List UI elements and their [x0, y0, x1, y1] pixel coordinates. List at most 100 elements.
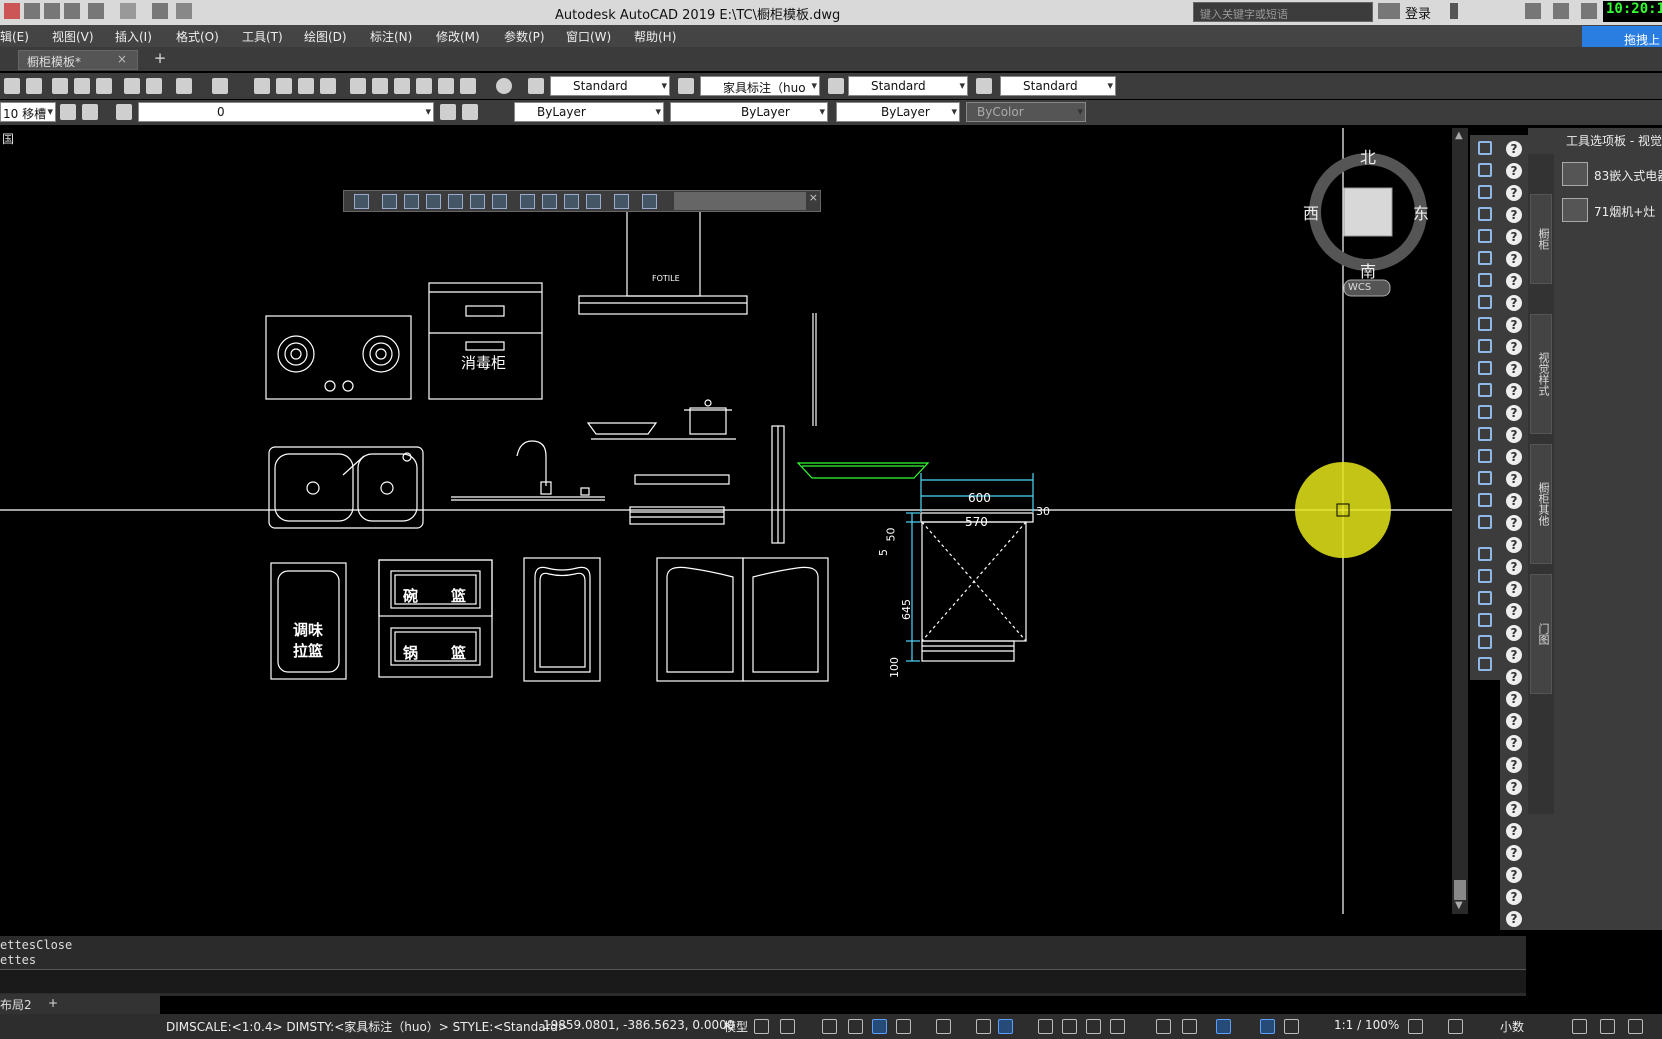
- menu-draw[interactable]: 绘图(D): [304, 28, 347, 45]
- dim-style-select[interactable]: 家具标注（huo ▾: [700, 76, 820, 96]
- left-view-icon[interactable]: [426, 194, 441, 209]
- help-icon[interactable]: ?: [1506, 207, 1522, 223]
- help-icon[interactable]: ?: [1506, 471, 1522, 487]
- break-icon[interactable]: [1478, 405, 1492, 419]
- grid-icon[interactable]: [754, 1019, 769, 1034]
- dynamic-input-icon[interactable]: [848, 1019, 863, 1034]
- text-style-icon[interactable]: [528, 78, 544, 94]
- isodraft-icon[interactable]: [936, 1019, 951, 1034]
- help-icon[interactable]: ?: [1506, 911, 1522, 927]
- palette-tab-door[interactable]: 门图: [1530, 574, 1552, 694]
- help-icon[interactable]: ?: [1506, 361, 1522, 377]
- nw-iso-icon[interactable]: [586, 194, 601, 209]
- lineweight-select[interactable]: ByLayer ▾: [836, 102, 960, 122]
- help-icon[interactable]: ?: [1506, 405, 1522, 421]
- stretch-icon[interactable]: [1478, 317, 1492, 331]
- dim-style-icon[interactable]: [678, 78, 694, 94]
- copy-icon[interactable]: [74, 78, 90, 94]
- units-select[interactable]: 小数: [1500, 1018, 1524, 1035]
- annotation-monitor-icon[interactable]: [1448, 1019, 1463, 1034]
- draw-order-above-icon[interactable]: [1478, 591, 1492, 605]
- login-dropdown-icon[interactable]: [1450, 3, 1458, 19]
- layer-manager-icon[interactable]: [116, 104, 132, 120]
- help-icon[interactable]: ?: [1506, 251, 1522, 267]
- draw-order-under-icon[interactable]: [1478, 613, 1492, 627]
- customize-quick-access-icon[interactable]: [176, 3, 192, 19]
- chamfer-icon[interactable]: [1478, 449, 1492, 463]
- undo-icon[interactable]: [88, 3, 104, 19]
- scroll-thumb[interactable]: [1454, 880, 1466, 900]
- help-icon[interactable]: ?: [1506, 845, 1522, 861]
- help-icon[interactable]: ?: [1506, 625, 1522, 641]
- break-at-point-icon[interactable]: [1478, 383, 1492, 397]
- menu-help[interactable]: 帮助(H): [634, 28, 676, 45]
- menu-tools[interactable]: 工具(T): [242, 28, 283, 45]
- model-space-button[interactable]: 模型: [724, 1018, 748, 1035]
- help-icon[interactable]: ?: [1506, 603, 1522, 619]
- camera-icon[interactable]: [614, 194, 629, 209]
- draw-order-front-icon[interactable]: [1478, 547, 1492, 561]
- menu-parametric[interactable]: 参数(P): [504, 28, 545, 45]
- pan-icon[interactable]: [254, 78, 270, 94]
- drawing-canvas[interactable]: 国 消毒柜 FOTILE 调味 拉篮 碗 篮 锅 篮 600 570 30 50…: [0, 128, 1452, 914]
- text-style-select[interactable]: Standard ▾: [550, 76, 670, 96]
- plot-icon[interactable]: [4, 78, 20, 94]
- menu-insert[interactable]: 插入(I): [115, 28, 152, 45]
- wcs-label[interactable]: WCS: [1348, 282, 1371, 293]
- multileader-style-select[interactable]: Standard ▾: [1000, 76, 1116, 96]
- cart-icon[interactable]: [1525, 3, 1541, 19]
- auto-scale-icon[interactable]: [1284, 1019, 1299, 1034]
- hatch-back-icon[interactable]: [1478, 657, 1492, 671]
- layout-tab[interactable]: 布局2: [0, 996, 32, 1013]
- color-select[interactable]: ByLayer ▾: [514, 102, 664, 122]
- annotation-scale[interactable]: 1:1 / 100%: [1334, 1018, 1399, 1032]
- publish-icon[interactable]: [26, 78, 42, 94]
- search-input[interactable]: 键入关键字或短语: [1193, 2, 1373, 22]
- array-icon[interactable]: [1478, 229, 1492, 243]
- viewcube-west[interactable]: 西: [1303, 200, 1319, 224]
- undo-icon[interactable]: [176, 78, 192, 94]
- layer-select[interactable]: 10 移槽 ▾: [0, 102, 56, 122]
- help-icon[interactable]: ?: [1506, 449, 1522, 465]
- transparency-icon[interactable]: [1062, 1019, 1077, 1034]
- offset-icon[interactable]: [1478, 207, 1492, 221]
- layer-properties-icon[interactable]: [60, 104, 76, 120]
- save-icon[interactable]: [64, 3, 80, 19]
- mirror-icon[interactable]: [1478, 185, 1492, 199]
- user-icon[interactable]: [1384, 3, 1400, 19]
- help-icon[interactable]: ?: [1506, 493, 1522, 509]
- a360-icon[interactable]: [1553, 3, 1569, 19]
- polar-icon[interactable]: [896, 1019, 911, 1034]
- help-icon[interactable]: [1581, 3, 1597, 19]
- sheet-set-icon[interactable]: [416, 78, 432, 94]
- viewcube-north[interactable]: 北: [1360, 144, 1376, 168]
- app-menu-icon[interactable]: [4, 3, 20, 19]
- rotate-icon[interactable]: [1478, 273, 1492, 287]
- help-icon[interactable]: ?: [1506, 779, 1522, 795]
- front-view-icon[interactable]: [470, 194, 485, 209]
- match-properties-icon[interactable]: [124, 78, 140, 94]
- plot-icon[interactable]: [152, 3, 168, 19]
- help-icon[interactable]: ?: [1506, 669, 1522, 685]
- dynamic-ucs-icon[interactable]: [1156, 1019, 1171, 1034]
- new-tab-button[interactable]: +: [150, 49, 170, 67]
- help-icon[interactable]: ?: [1506, 141, 1522, 157]
- help-icon[interactable]: ?: [1506, 757, 1522, 773]
- workspace-gear-icon[interactable]: [1408, 1019, 1423, 1034]
- scroll-up-icon[interactable]: ▲: [1455, 130, 1463, 141]
- help-icon[interactable]: ?: [1506, 647, 1522, 663]
- help-icon[interactable]: ?: [1506, 735, 1522, 751]
- object-snap-icon[interactable]: [998, 1019, 1013, 1034]
- lock-ui-icon[interactable]: [1600, 1019, 1615, 1034]
- join-icon[interactable]: [1478, 427, 1492, 441]
- zoom-previous-icon[interactable]: [320, 78, 336, 94]
- menu-dimension[interactable]: 标注(N): [370, 28, 412, 45]
- quick-properties-icon[interactable]: [1572, 1019, 1587, 1034]
- cut-icon[interactable]: [52, 78, 68, 94]
- right-view-icon[interactable]: [448, 194, 463, 209]
- help-icon[interactable]: ?: [1506, 713, 1522, 729]
- new-file-icon[interactable]: [24, 3, 40, 19]
- help-icon[interactable]: ?: [1506, 229, 1522, 245]
- block-editor-icon[interactable]: [146, 78, 162, 94]
- redo-icon[interactable]: [120, 3, 136, 19]
